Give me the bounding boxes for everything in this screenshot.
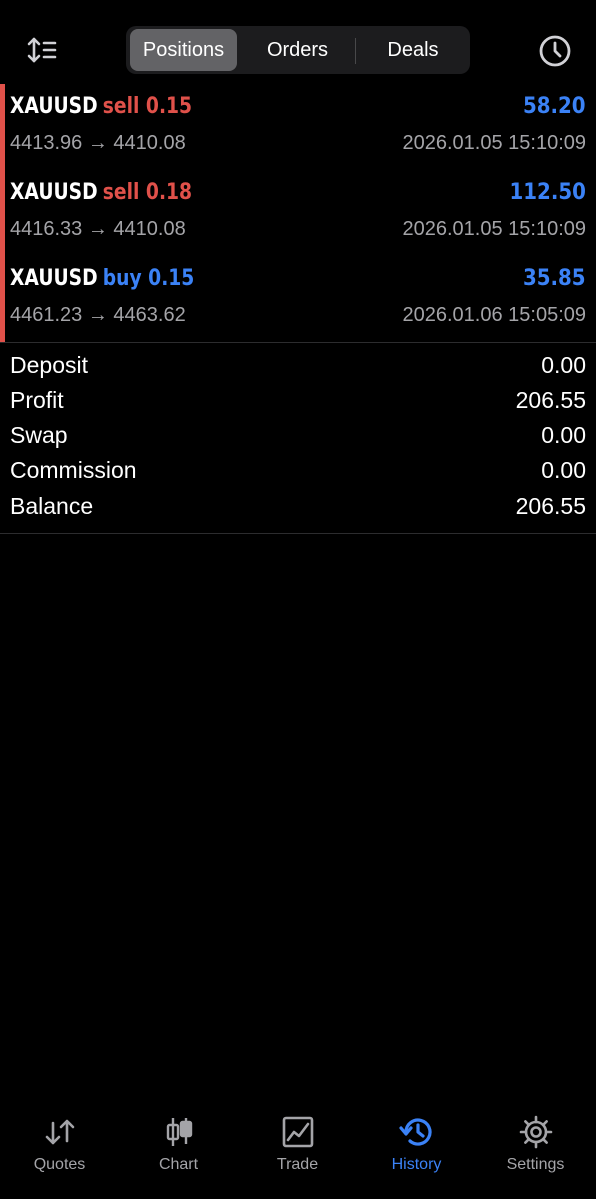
- deal-row[interactable]: XAUUSD sell 0.18 112.50 4416.33 → 4410.08…: [0, 170, 596, 256]
- sort-button[interactable]: [22, 30, 62, 70]
- deal-profit: 35.85: [523, 266, 586, 291]
- deal-symbol: XAUUSD: [10, 180, 98, 205]
- tab-label: Quotes: [33, 1156, 86, 1173]
- tab-label: Chart: [158, 1156, 199, 1173]
- tab-label: Trade: [276, 1156, 319, 1173]
- summary-value: 206.55: [515, 387, 586, 413]
- summary-value: 0.00: [541, 457, 586, 483]
- summary-row-balance: Balance 206.55: [0, 491, 596, 526]
- top-bar: Positions Orders Deals: [0, 0, 596, 84]
- tab-trade[interactable]: Trade: [238, 1110, 357, 1180]
- deal-type: sell 0.15: [102, 94, 193, 119]
- summary-label: Deposit: [10, 352, 88, 378]
- tab-deals[interactable]: Deals: [357, 29, 469, 71]
- tab-label: History: [391, 1156, 442, 1173]
- bottom-tab-bar: Quotes Chart Trade History Settings: [0, 1100, 596, 1199]
- deal-time: 2026.01.06 15:05:09: [402, 304, 586, 326]
- summary-value: 0.00: [541, 422, 586, 448]
- period-button[interactable]: [534, 30, 576, 72]
- deal-row[interactable]: XAUUSD buy 0.15 35.85 4461.23 → 4463.62 2…: [0, 256, 596, 342]
- deal-type: buy 0.15: [102, 266, 195, 291]
- deal-prices: 4461.23 → 4463.62: [10, 304, 186, 326]
- tab-settings[interactable]: Settings: [476, 1110, 595, 1180]
- summary-value: 0.00: [541, 352, 586, 378]
- deal-title: XAUUSD sell 0.18: [10, 180, 192, 205]
- deal-symbol: XAUUSD: [10, 94, 98, 119]
- deal-time: 2026.01.05 15:10:09: [402, 132, 586, 154]
- deal-time: 2026.01.05 15:10:09: [402, 218, 586, 240]
- summary-row-profit: Profit 206.55: [0, 385, 596, 420]
- clock-icon: [539, 35, 571, 67]
- tab-positions[interactable]: Positions: [130, 29, 237, 71]
- tab-quotes[interactable]: Quotes: [0, 1110, 119, 1180]
- trade-chart-icon: [238, 1114, 357, 1150]
- summary-label: Commission: [10, 457, 137, 483]
- divider: [0, 533, 596, 534]
- tab-label: Settings: [506, 1156, 565, 1173]
- deal-symbol: XAUUSD: [10, 266, 98, 291]
- summary-row-commission: Commission 0.00: [0, 455, 596, 490]
- tab-orders[interactable]: Orders: [240, 29, 355, 71]
- summary-row-swap: Swap 0.00: [0, 420, 596, 455]
- candlestick-chart-icon: [119, 1114, 238, 1150]
- deal-type: sell 0.18: [102, 180, 193, 205]
- deals-list: XAUUSD sell 0.15 58.20 4413.96 → 4410.08 …: [0, 84, 596, 342]
- summary-row-deposit: Deposit 0.00: [0, 350, 596, 385]
- summary-label: Profit: [10, 387, 64, 413]
- deal-row[interactable]: XAUUSD sell 0.15 58.20 4413.96 → 4410.08 …: [0, 84, 596, 170]
- history-clock-icon: [357, 1114, 476, 1150]
- deal-profit: 112.50: [509, 180, 586, 205]
- tab-chart[interactable]: Chart: [119, 1110, 238, 1180]
- gear-icon: [476, 1114, 595, 1150]
- segment-divider: [355, 38, 356, 64]
- deal-prices: 4416.33 → 4410.08: [10, 218, 186, 240]
- divider: [0, 342, 596, 343]
- deal-prices: 4413.96 → 4410.08: [10, 132, 186, 154]
- deal-title: XAUUSD buy 0.15: [10, 266, 194, 291]
- deal-profit: 58.20: [523, 94, 586, 119]
- sort-arrows-icon: [27, 37, 57, 63]
- summary-label: Balance: [10, 493, 94, 519]
- quotes-arrows-icon: [0, 1114, 119, 1150]
- deal-title: XAUUSD sell 0.15: [10, 94, 192, 119]
- summary-value: 206.55: [515, 493, 586, 519]
- summary-label: Swap: [10, 422, 68, 448]
- tab-history[interactable]: History: [357, 1110, 476, 1180]
